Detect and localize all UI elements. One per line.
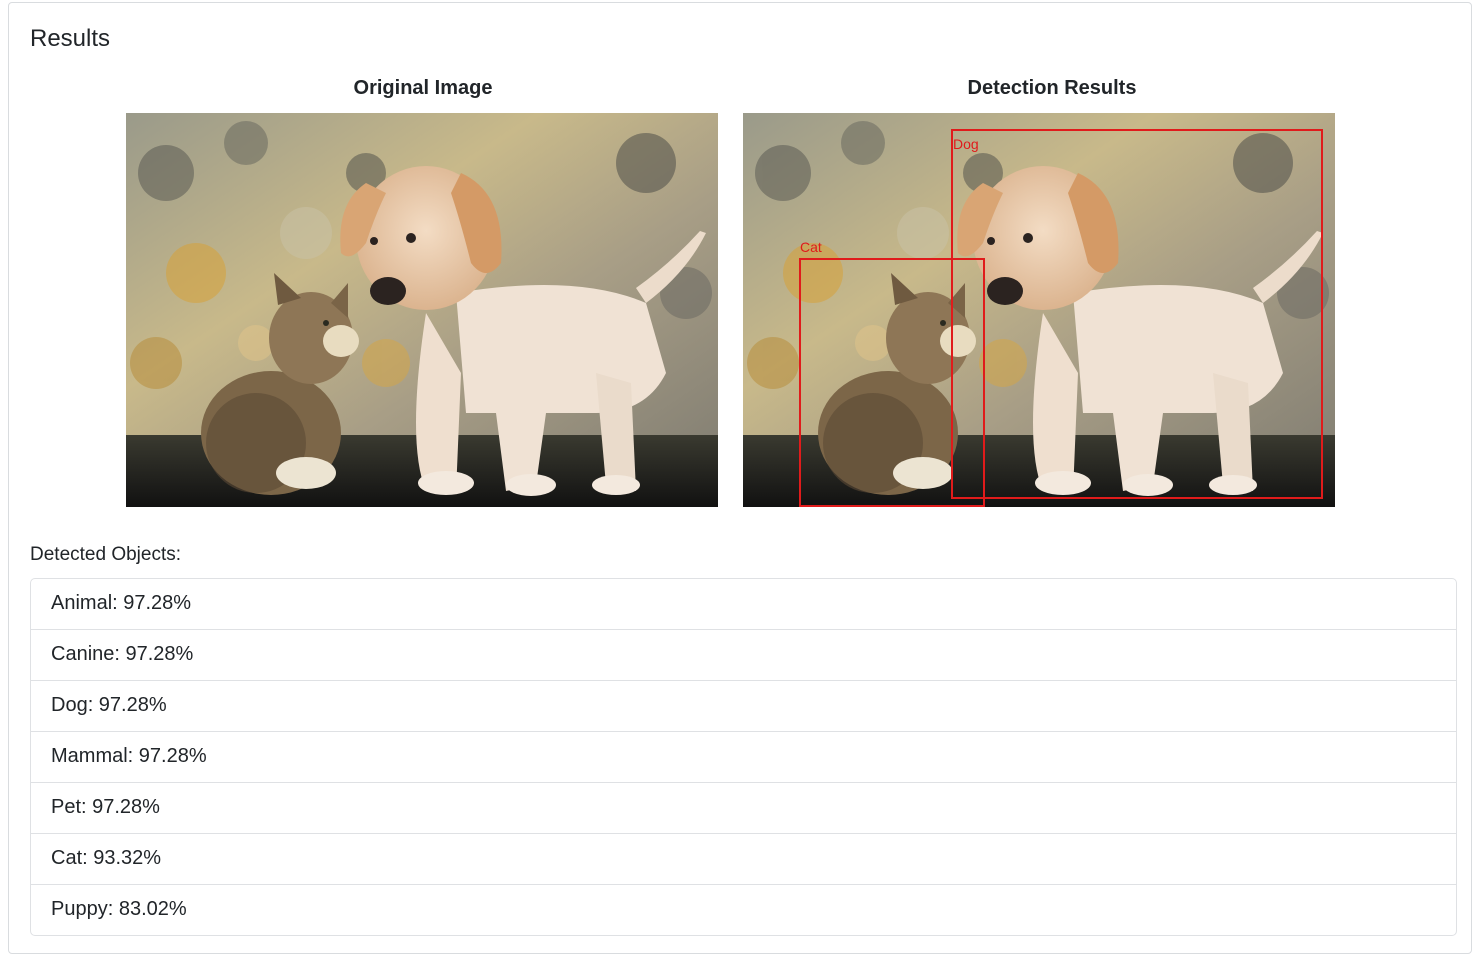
list-item: Animal: 97.28% — [51, 592, 192, 614]
original-image — [126, 113, 718, 507]
list-item: Canine: 97.28% — [31, 629, 1456, 680]
dog-box-label: Dog — [953, 136, 979, 152]
detected-objects-heading: Detected Objects: — [30, 544, 182, 565]
dog-bounding-box — [951, 129, 1323, 499]
puppy-kitten-photo — [126, 113, 718, 507]
original-image-heading: Original Image — [353, 77, 493, 99]
detection-results-heading: Detection Results — [967, 77, 1137, 99]
results-card: Results Original Image Detection Results… — [8, 2, 1472, 954]
cat-bounding-box — [799, 258, 985, 507]
list-item: Cat: 93.32% — [31, 833, 1456, 884]
results-title: Results — [30, 25, 111, 52]
original-image-column: Original Image — [126, 77, 720, 507]
list-item: Puppy: 83.02% — [31, 884, 1456, 935]
detection-image: Dog Cat — [743, 113, 1335, 507]
detection-image-column: Detection Results Dog Cat — [743, 77, 1337, 507]
cat-box-label: Cat — [800, 239, 822, 255]
list-item: Dog: 97.28% — [31, 680, 1456, 731]
list-item: Pet: 97.28% — [31, 782, 1456, 833]
list-item: Mammal: 97.28% — [31, 731, 1456, 782]
detected-objects-list: Animal: 97.28% Canine: 97.28% Dog: 97.28… — [30, 578, 1457, 936]
